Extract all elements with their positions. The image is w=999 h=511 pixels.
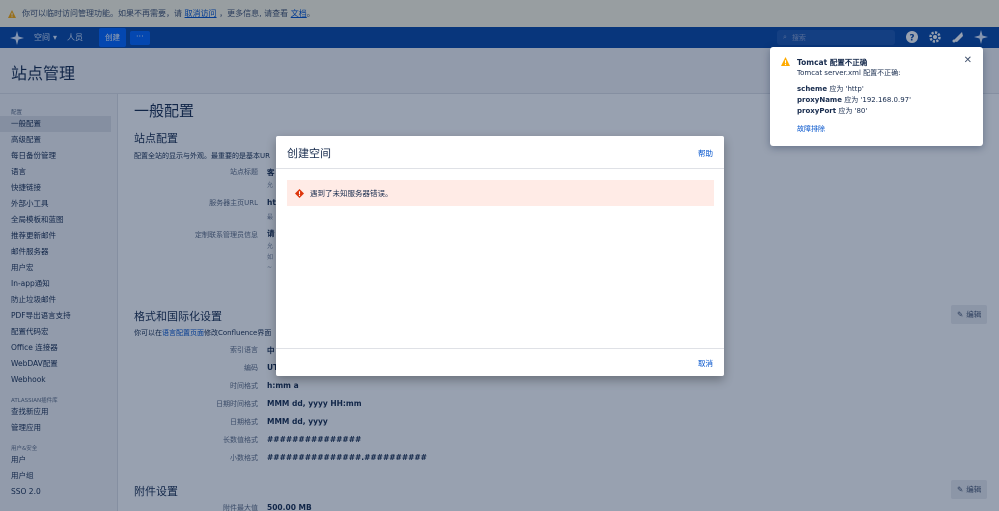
troubleshoot-link[interactable]: 故障排除 (797, 124, 825, 134)
flag-line: proxyPort 应为 '80' (797, 107, 868, 115)
flag-line: scheme 应为 'http' (797, 85, 864, 93)
close-icon[interactable]: ✕ (964, 55, 972, 66)
flag-subtitle: Tomcat server.xml 配置不正确: (797, 69, 901, 77)
cancel-button[interactable]: 取消 (698, 358, 713, 369)
flag-title: Tomcat 配置不正确 (797, 58, 868, 67)
dialog-footer-divider (276, 348, 724, 349)
dialog-header-divider (276, 168, 724, 169)
warning-icon (781, 57, 790, 66)
flag-line: proxyName 应为 '192.168.0.97' (797, 96, 912, 104)
tomcat-config-flag: Tomcat 配置不正确 ✕ Tomcat server.xml 配置不正确: … (770, 47, 983, 146)
create-space-dialog: 创建空间 帮助 遇到了未知服务器错误。 取消 (276, 136, 724, 376)
dialog-help-link[interactable]: 帮助 (698, 148, 713, 159)
error-message: 遇到了未知服务器错误。 (287, 180, 714, 206)
dialog-title: 创建空间 (287, 147, 331, 160)
error-icon (295, 188, 304, 198)
